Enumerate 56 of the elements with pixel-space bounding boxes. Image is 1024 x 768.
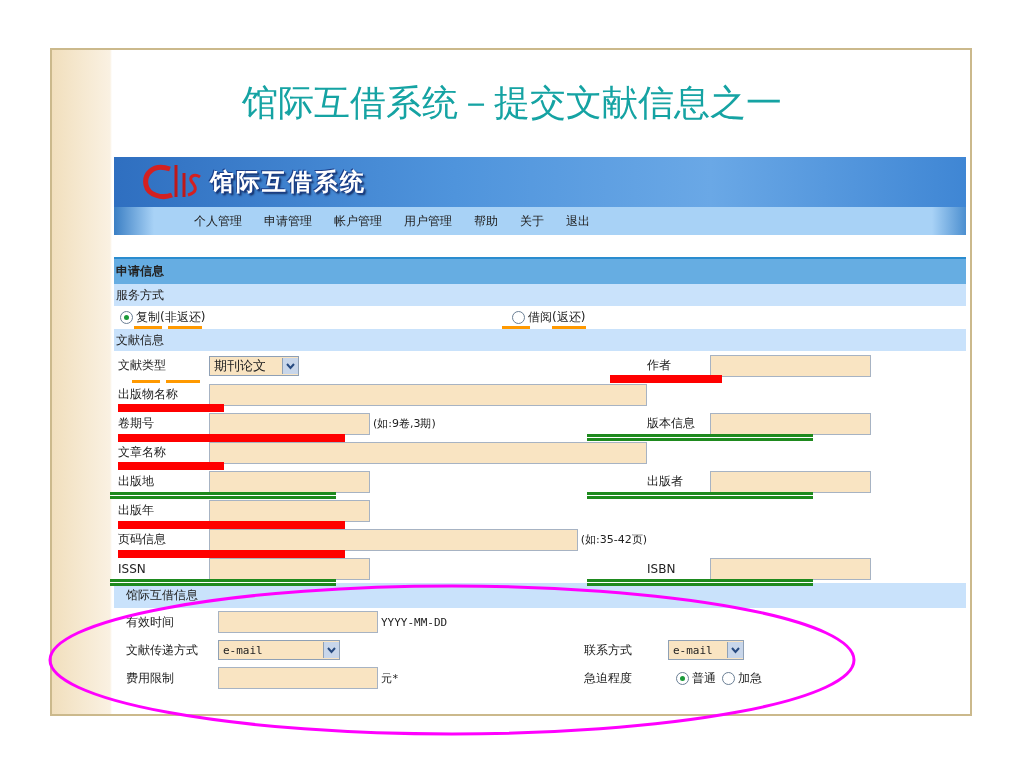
hint-text: (如:35-42页) xyxy=(580,532,647,547)
field-label: 文献传递方式 xyxy=(126,641,198,659)
subsection-header: 文献信息 xyxy=(114,329,966,351)
text-field[interactable] xyxy=(710,412,871,435)
field-label: 出版物名称 xyxy=(118,386,178,403)
field-label: 费用限制 xyxy=(126,669,174,687)
text-field[interactable] xyxy=(710,354,871,377)
dropdown[interactable]: e-mail xyxy=(218,640,340,660)
text-field[interactable] xyxy=(209,412,370,435)
nav-link[interactable]: 个人管理 xyxy=(194,212,242,230)
field-label: 文章名称 xyxy=(118,444,166,461)
field-label: 版本信息 xyxy=(647,415,695,432)
text-field[interactable] xyxy=(218,611,378,633)
field-label: 有效时间 xyxy=(126,613,174,631)
field-label: 联系方式 xyxy=(584,641,632,659)
nav-link[interactable]: 用户管理 xyxy=(404,212,452,230)
radio-option[interactable]: 借阅(返还) xyxy=(512,309,586,326)
chevron-down-icon xyxy=(323,642,339,658)
field-label: 出版年 xyxy=(118,502,154,519)
field-label: 急迫程度 xyxy=(584,669,632,687)
text-field[interactable] xyxy=(209,441,647,464)
text-field[interactable] xyxy=(218,667,378,689)
nav-link[interactable]: 退出 xyxy=(566,212,590,230)
field-label: 出版地 xyxy=(118,473,154,490)
text-field[interactable] xyxy=(209,557,370,580)
field-label: 文献类型 xyxy=(118,357,166,374)
chevron-down-icon xyxy=(282,357,298,374)
dropdown[interactable]: e-mail xyxy=(668,640,744,660)
field-label: 作者 xyxy=(647,357,671,374)
hint-text: 元* xyxy=(381,670,399,686)
radio-option[interactable]: 普通 xyxy=(676,669,716,687)
section-header: 申请信息 xyxy=(114,257,966,284)
field-label: ISBN xyxy=(647,561,676,576)
radio-option[interactable]: 复制(非返还) xyxy=(120,309,512,326)
field-label: 页码信息 xyxy=(118,531,166,548)
subsection-header: 服务方式 xyxy=(114,284,966,306)
chevron-down-icon xyxy=(727,642,743,658)
nav-link[interactable]: 帐户管理 xyxy=(334,212,382,230)
text-field[interactable] xyxy=(710,557,871,580)
text-field[interactable] xyxy=(209,499,370,522)
text-field[interactable] xyxy=(209,383,647,406)
nav-link[interactable]: 申请管理 xyxy=(264,212,312,230)
text-field[interactable] xyxy=(710,470,871,493)
logo-title: 馆际互借系统 xyxy=(210,167,366,198)
hint-text: (如:9卷,3期) xyxy=(373,416,436,431)
hint-text: YYYY-MM-DD xyxy=(381,615,448,629)
slide-title: 馆际互借系统－提交文献信息之一 xyxy=(241,82,783,125)
field-label: 卷期号 xyxy=(118,415,154,432)
radio-option[interactable]: 加急 xyxy=(722,669,762,687)
dropdown[interactable]: 期刊论文 xyxy=(209,355,299,376)
nav-link[interactable]: 关于 xyxy=(520,212,544,230)
text-field[interactable] xyxy=(209,470,370,493)
text-field[interactable] xyxy=(209,528,578,551)
field-label: ISSN xyxy=(118,561,146,576)
nav-link[interactable]: 帮助 xyxy=(474,212,498,230)
field-label: 出版者 xyxy=(647,473,683,490)
